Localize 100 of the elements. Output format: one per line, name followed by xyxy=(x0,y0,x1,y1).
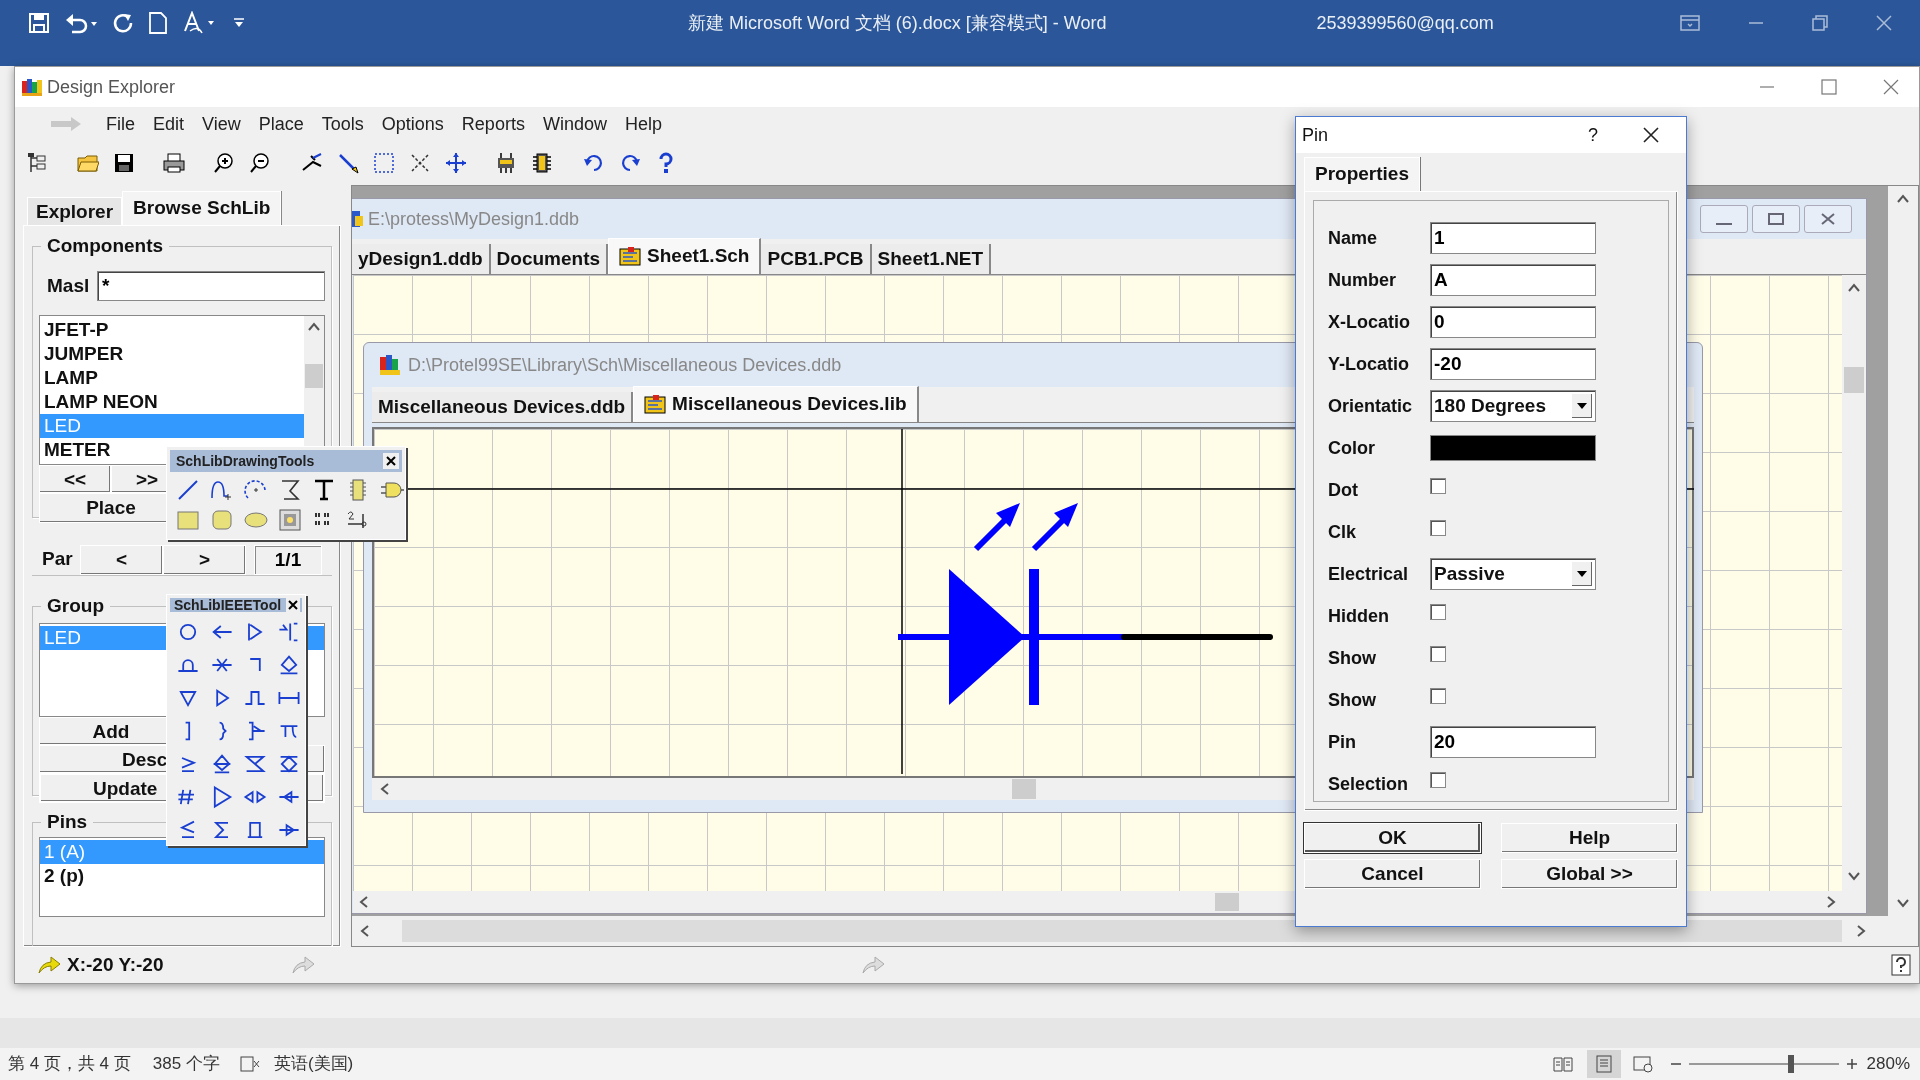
button[interactable]: > xyxy=(163,544,246,575)
button[interactable]: << xyxy=(39,465,111,493)
folder-icon[interactable] xyxy=(77,152,99,174)
button[interactable]: Help xyxy=(1501,823,1678,853)
menu-item[interactable]: Window xyxy=(541,110,608,138)
print-layout-button[interactable] xyxy=(1586,1050,1621,1078)
menu-item[interactable]: Reports xyxy=(460,110,526,138)
panel-tab[interactable]: Browse SchLib xyxy=(122,191,282,225)
move-icon[interactable] xyxy=(445,152,467,174)
rounded-rectangle-icon[interactable] xyxy=(210,508,234,532)
scrollbar-thumb[interactable] xyxy=(1012,779,1036,799)
curve-icon[interactable] xyxy=(210,478,234,502)
pen-icon[interactable] xyxy=(337,152,359,174)
select-icon[interactable] xyxy=(373,152,395,174)
cross-icon[interactable] xyxy=(409,152,431,174)
input-field[interactable]: 0 xyxy=(1430,306,1596,338)
restore-button[interactable] xyxy=(1752,205,1800,233)
panel-tab[interactable]: Explorer xyxy=(27,197,123,225)
scrollbar-thumb[interactable] xyxy=(1215,893,1239,911)
document-tab[interactable]: Miscellaneous Devices.ddb xyxy=(372,392,634,422)
color-swatch[interactable] xyxy=(1430,435,1596,461)
list-item[interactable]: LAMP xyxy=(40,366,304,390)
checkbox[interactable] xyxy=(1430,772,1446,788)
list-item[interactable]: JUMPER xyxy=(40,342,304,366)
button[interactable]: OK xyxy=(1304,823,1481,853)
slider-thumb[interactable] xyxy=(1787,1055,1794,1073)
menu-item[interactable]: Edit xyxy=(152,110,186,138)
library-icon xyxy=(378,353,402,377)
scrollbar-thumb[interactable] xyxy=(305,364,323,388)
dropdown[interactable]: 180 Degrees xyxy=(1430,390,1596,422)
scrollbar-thumb[interactable] xyxy=(402,920,1842,942)
minimize-button[interactable] xyxy=(1700,205,1748,233)
menu-item[interactable]: View xyxy=(201,110,242,138)
document-tab[interactable]: yDesign1.ddb xyxy=(352,244,491,274)
wire-tool-icon[interactable] xyxy=(301,152,323,174)
list-item[interactable]: LAMP NEON xyxy=(40,390,304,414)
checkbox[interactable] xyxy=(1430,520,1446,536)
close-icon[interactable] xyxy=(383,453,399,469)
menu-item[interactable]: Tools xyxy=(320,110,365,138)
checkbox[interactable] xyxy=(1430,604,1446,620)
document-icon[interactable] xyxy=(148,12,168,34)
zoom-in-icon[interactable] xyxy=(213,152,235,174)
field-label: Name xyxy=(1328,226,1379,250)
close-button[interactable] xyxy=(1804,205,1852,233)
ribbon-display-icon[interactable] xyxy=(1680,15,1700,31)
zoom-out-icon[interactable] xyxy=(249,152,271,174)
undo-icon[interactable] xyxy=(583,152,605,174)
button[interactable]: < xyxy=(80,544,163,575)
button[interactable]: Cancel xyxy=(1304,859,1481,889)
checkbox[interactable] xyxy=(1430,646,1446,662)
close-icon[interactable] xyxy=(1642,126,1660,144)
dialog-tab[interactable]: Properties xyxy=(1304,157,1420,191)
window-title: Design Explorer xyxy=(47,75,176,99)
list-item[interactable]: JFET-P xyxy=(40,318,304,342)
redo-icon[interactable] xyxy=(619,152,641,174)
input-field[interactable]: A xyxy=(1430,264,1596,296)
library-file-icon xyxy=(644,394,667,415)
document-tab[interactable]: Documents xyxy=(490,244,609,274)
web-layout-icon[interactable] xyxy=(1632,1055,1653,1073)
chip-icon[interactable] xyxy=(531,152,553,174)
document-tab[interactable]: PCB1.PCB xyxy=(761,244,872,274)
scrollbar[interactable] xyxy=(352,916,1918,946)
checkbox[interactable] xyxy=(1430,688,1446,704)
scrollbar[interactable] xyxy=(1842,275,1866,913)
menu-item[interactable]: Place xyxy=(257,110,305,138)
help-icon[interactable] xyxy=(1891,954,1911,976)
input-field[interactable]: 20 xyxy=(1430,726,1596,758)
line-icon[interactable] xyxy=(176,478,200,502)
text-icon[interactable] xyxy=(312,478,336,502)
proofing-icon[interactable] xyxy=(239,1055,260,1073)
document-tab[interactable]: Sheet1.NET xyxy=(871,244,992,274)
list-item[interactable]: 2 (p) xyxy=(40,864,324,888)
close-icon[interactable] xyxy=(286,598,300,612)
print-icon[interactable] xyxy=(163,152,185,174)
input-field[interactable]: -20 xyxy=(1430,348,1596,380)
read-mode-icon[interactable] xyxy=(1552,1055,1573,1073)
checkbox[interactable] xyxy=(1430,478,1446,494)
save-icon[interactable] xyxy=(113,152,135,174)
tree-icon[interactable] xyxy=(27,152,49,174)
save-icon[interactable] xyxy=(28,12,50,34)
help-button[interactable]: ? xyxy=(1588,121,1598,149)
app-logo-icon xyxy=(21,77,43,97)
document-tab[interactable]: Sheet1.Sch xyxy=(608,238,762,274)
menu-item[interactable]: File xyxy=(105,110,136,138)
document-tab[interactable]: Miscellaneous Devices.lib xyxy=(633,386,919,422)
field-label: Orientatic xyxy=(1328,394,1414,418)
menu-item[interactable]: Help xyxy=(623,110,663,138)
component-icon[interactable] xyxy=(495,152,517,174)
undo-icon[interactable] xyxy=(64,12,98,34)
input-field[interactable]: 1 xyxy=(1430,222,1596,254)
redo-icon[interactable] xyxy=(112,12,134,34)
mask-field[interactable]: * xyxy=(97,271,325,301)
restore-icon[interactable] xyxy=(1812,15,1828,31)
menu-item[interactable]: Options xyxy=(380,110,445,138)
dropdown[interactable]: Passive xyxy=(1430,558,1596,590)
minimize-icon xyxy=(1716,223,1732,225)
button[interactable]: Global >> xyxy=(1501,859,1678,889)
scrollbar-thumb[interactable] xyxy=(1844,367,1864,393)
diode-symbol[interactable] xyxy=(949,503,1078,705)
scrollbar[interactable] xyxy=(1888,186,1918,916)
